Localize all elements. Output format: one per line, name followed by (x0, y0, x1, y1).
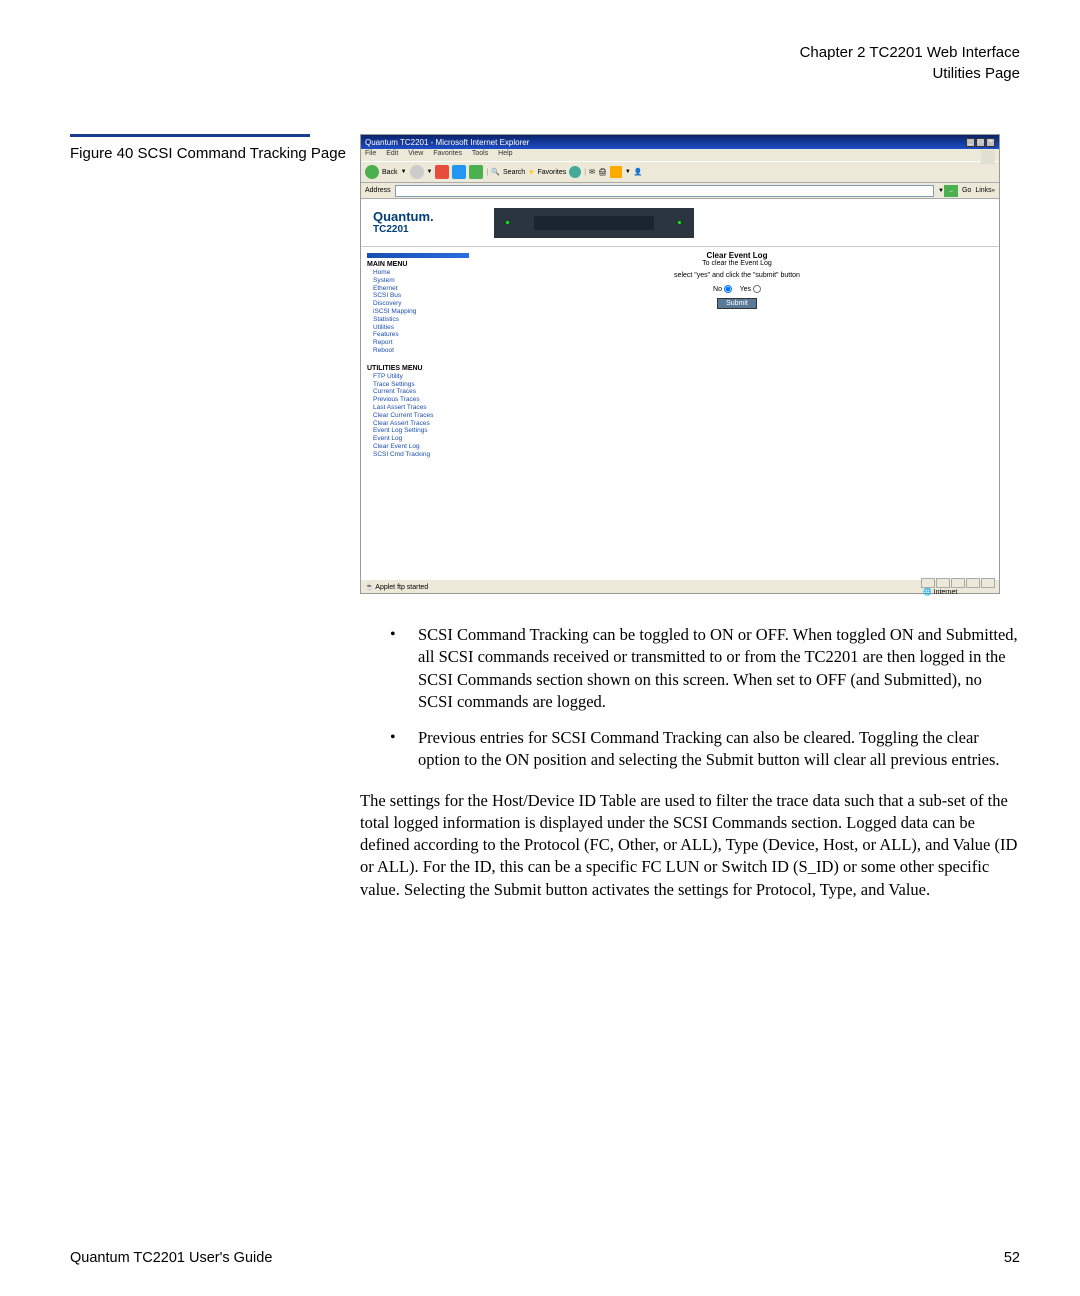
media-icon[interactable] (569, 166, 581, 178)
page-header: Quantum. TC2201 (361, 199, 999, 247)
menu-view[interactable]: View (408, 150, 423, 157)
forward-icon[interactable] (410, 165, 424, 179)
address-label: Address (365, 187, 391, 194)
page-section: Utilities Page (70, 63, 1020, 84)
sidebar-item-reboot[interactable]: Reboot (367, 347, 469, 355)
search-label: Search (503, 169, 525, 176)
quantum-logo: Quantum. TC2201 (373, 210, 434, 235)
back-icon[interactable] (365, 165, 379, 179)
sidebar-item-previoustraces[interactable]: Previous Traces (367, 396, 469, 404)
sidebar-item-eventlogsettings[interactable]: Event Log Settings (367, 427, 469, 435)
device-graphic (494, 208, 694, 238)
menu-file[interactable]: File (365, 150, 376, 157)
footer-page-number: 52 (1004, 1250, 1020, 1266)
globe-icon: 🌐 (923, 589, 932, 596)
home-icon[interactable] (469, 165, 483, 179)
bullet-1: SCSI Command Tracking can be toggled to … (390, 624, 1020, 713)
status-text: ☕ Applet ftp started (365, 583, 428, 591)
back-label: Back (382, 169, 398, 176)
print-icon[interactable]: 🖨 (598, 168, 607, 176)
sidebar-item-lastassert[interactable]: Last Assert Traces (367, 404, 469, 412)
footer-left: Quantum TC2201 User's Guide (70, 1250, 272, 1266)
close-icon[interactable]: × (986, 138, 995, 147)
mail-icon[interactable]: ✉ (589, 168, 595, 176)
links-label[interactable]: Links (975, 187, 991, 194)
go-button[interactable]: → (944, 185, 958, 197)
submit-button[interactable]: Submit (717, 298, 757, 309)
browser-statusbar: ☕ Applet ftp started 🌐 Internet (361, 579, 999, 593)
sidebar-item-iscsimapping[interactable]: iSCSI Mapping (367, 308, 469, 316)
maximize-icon[interactable]: □ (976, 138, 985, 147)
sidebar-item-statistics[interactable]: Statistics (367, 316, 469, 324)
body-text: SCSI Command Tracking can be toggled to … (360, 624, 1020, 901)
main-menu-heading: MAIN MENU (367, 261, 469, 268)
browser-titlebar: Quantum TC2201 - Microsoft Internet Expl… (361, 135, 999, 149)
stop-icon[interactable] (435, 165, 449, 179)
no-radio[interactable] (724, 285, 732, 293)
sidebar-item-scsicmdtracking[interactable]: SCSI Cmd Tracking (367, 451, 469, 459)
figure-bar (70, 134, 310, 137)
go-label: Go (962, 187, 971, 194)
minimize-icon[interactable]: _ (966, 138, 975, 147)
sidebar-item-currenttraces[interactable]: Current Traces (367, 388, 469, 396)
sidebar: MAIN MENU Home System Ethernet SCSI Bus … (361, 247, 475, 583)
content-main: Clear Event Log To clear the Event Log s… (475, 247, 999, 583)
favorites-icon[interactable]: ★ (528, 168, 534, 176)
menu-help[interactable]: Help (498, 150, 512, 157)
address-input[interactable] (395, 185, 934, 197)
figure-caption: Figure 40 SCSI Command Tracking Page (70, 143, 350, 164)
ie-flag-icon (981, 150, 995, 164)
sidebar-item-utilities[interactable]: Utilities (367, 324, 469, 332)
messenger-icon[interactable]: 👤 (634, 168, 643, 176)
edit-icon[interactable] (610, 166, 622, 178)
menu-favorites[interactable]: Favorites (433, 150, 462, 157)
zone-label: Internet (934, 589, 958, 596)
no-label: No (713, 286, 722, 293)
sidebar-item-clearcurrent[interactable]: Clear Current Traces (367, 412, 469, 420)
window-title: Quantum TC2201 - Microsoft Internet Expl… (365, 138, 529, 147)
sidebar-item-eventlog[interactable]: Event Log (367, 435, 469, 443)
sidebar-item-home[interactable]: Home (367, 269, 469, 277)
sidebar-item-cleareventlog[interactable]: Clear Event Log (367, 443, 469, 451)
sidebar-item-scsibus[interactable]: SCSI Bus (367, 292, 469, 300)
favorites-label: Favorites (537, 169, 566, 176)
chapter-title: Chapter 2 TC2201 Web Interface (70, 42, 1020, 63)
search-icon[interactable]: 🔍 (491, 168, 500, 176)
browser-toolbar: Back ▼ ▼ | 🔍 Search ★ Favorites | ✉ 🖨 ▼ … (361, 161, 999, 183)
content-subtext1: To clear the Event Log (487, 260, 987, 268)
sidebar-item-features[interactable]: Features (367, 331, 469, 339)
sidebar-item-system[interactable]: System (367, 277, 469, 285)
browser-addressbar: Address ▼ → Go Links » (361, 183, 999, 199)
content-subtext2: select "yes" and click the "submit" butt… (487, 272, 987, 280)
utilities-menu-heading: UTILITIES MENU (367, 365, 469, 372)
yes-radio[interactable] (753, 285, 761, 293)
bullet-2: Previous entries for SCSI Command Tracki… (390, 727, 1020, 772)
body-paragraph: The settings for the Host/Device ID Tabl… (360, 790, 1020, 901)
content-heading: Clear Event Log (487, 251, 987, 260)
yes-label: Yes (740, 286, 751, 293)
refresh-icon[interactable] (452, 165, 466, 179)
menu-tools[interactable]: Tools (472, 150, 488, 157)
sidebar-item-ftp[interactable]: FTP Utility (367, 373, 469, 381)
browser-window: Quantum TC2201 - Microsoft Internet Expl… (360, 134, 1000, 594)
sidebar-item-clearassert[interactable]: Clear Assert Traces (367, 420, 469, 428)
sidebar-item-ethernet[interactable]: Ethernet (367, 285, 469, 293)
browser-menubar: File Edit View Favorites Tools Help (361, 149, 999, 161)
sidebar-item-report[interactable]: Report (367, 339, 469, 347)
menu-edit[interactable]: Edit (386, 150, 398, 157)
sidebar-item-discovery[interactable]: Discovery (367, 300, 469, 308)
sidebar-item-tracesettings[interactable]: Trace Settings (367, 381, 469, 389)
